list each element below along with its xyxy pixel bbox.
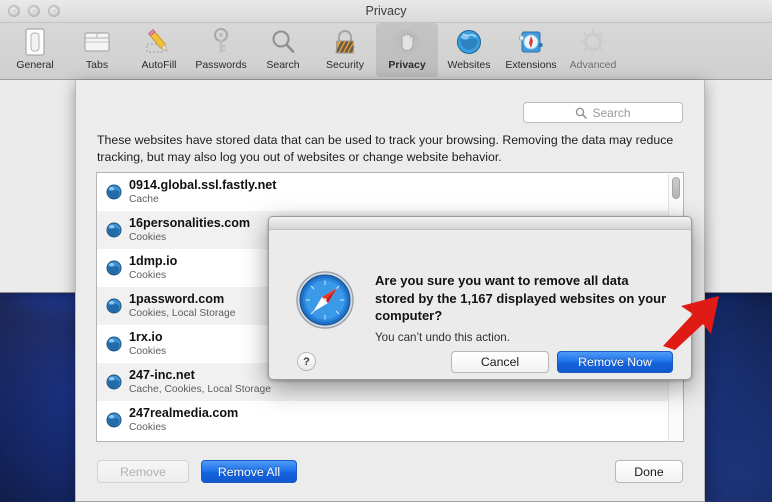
zoom-button[interactable] (48, 5, 60, 17)
toolbar-item-passwords[interactable]: Passwords (190, 23, 252, 77)
remove-all-button[interactable]: Remove All (201, 460, 297, 483)
globe-icon (106, 374, 122, 390)
toolbar-item-label: Passwords (195, 59, 247, 71)
toolbar-item-search[interactable]: Search (252, 23, 314, 77)
toolbar-item-advanced[interactable]: Advanced (562, 23, 624, 77)
minimize-button[interactable] (28, 5, 40, 17)
globe-icon (106, 298, 122, 314)
website-row-text: 1rx.io Cookies (129, 330, 166, 358)
globe-icon (106, 222, 122, 238)
website-row-text: 1dmp.io Cookies (129, 254, 177, 282)
toolbar-item-autofill[interactable]: AutoFill (128, 23, 190, 77)
website-row-text: 247realmedia.com Cookies (129, 406, 238, 434)
globe-icon (106, 184, 122, 200)
website-domain: 16personalities.com (129, 216, 251, 231)
search-row: Search (523, 102, 683, 123)
website-domain: 247realmedia.com (129, 406, 239, 421)
dialog-message: Are you sure you want to remove all data… (375, 273, 667, 323)
passwords-icon (205, 26, 237, 58)
toolbar-item-tabs[interactable]: Tabs (66, 23, 128, 77)
extensions-icon (515, 26, 547, 58)
toolbar-item-label: Extensions (505, 59, 557, 71)
website-domain: 1rx.io (129, 330, 163, 345)
dialog-titlebar (269, 217, 691, 230)
website-domain: 247-inc.net (129, 368, 195, 383)
toolbar-item-label: Websites (447, 59, 491, 71)
website-list-item[interactable]: 247realmedia.com Cookies (97, 401, 683, 439)
magnifier-icon (576, 107, 588, 119)
screen-root: Privacy General Tabs AutoFill Passwords … (0, 0, 772, 502)
autofill-icon (143, 26, 175, 58)
websites-icon (453, 26, 485, 58)
website-storage-types: Cookies, Local Storage (129, 308, 236, 320)
website-storage-types: Cookies (129, 346, 167, 358)
toolbar-item-label: General (16, 59, 54, 71)
remove-now-button[interactable]: Remove Now (557, 351, 673, 373)
globe-icon (106, 260, 122, 276)
cancel-button[interactable]: Cancel (451, 351, 549, 373)
general-icon (19, 26, 51, 58)
done-button[interactable]: Done (615, 460, 683, 483)
globe-icon (106, 412, 122, 428)
dialog-help-button[interactable]: ? (297, 352, 316, 371)
toolbar-item-label: AutoFill (141, 59, 177, 71)
toolbar-item-general[interactable]: General (4, 23, 66, 77)
toolbar-item-security[interactable]: Security (314, 23, 376, 77)
website-storage-types: Cookies (129, 232, 167, 244)
website-row-text: 16personalities.com Cookies (129, 216, 250, 244)
toolbar-item-label: Privacy (388, 59, 426, 71)
toolbar-item-label: Tabs (85, 59, 109, 71)
remove-button[interactable]: Remove (97, 460, 189, 483)
traffic-light-group (8, 5, 60, 17)
scrollbar-thumb[interactable] (672, 177, 680, 199)
website-storage-types: Cookies (129, 270, 167, 282)
dialog-body: Are you sure you want to remove all data… (269, 230, 691, 379)
website-storage-types: Cache (129, 194, 159, 206)
window-titlebar: Privacy (0, 0, 772, 23)
website-domain: 1dmp.io (129, 254, 178, 269)
tabs-icon (81, 26, 113, 58)
confirmation-dialog: Are you sure you want to remove all data… (268, 216, 692, 380)
website-storage-types: Cookies (129, 422, 167, 434)
preferences-toolbar: General Tabs AutoFill Passwords Search S… (0, 23, 772, 80)
toolbar-item-label: Search (266, 59, 300, 71)
privacy-description: These websites have stored data that can… (97, 133, 674, 164)
search-input[interactable]: Search (523, 102, 683, 123)
advanced-icon (577, 26, 609, 58)
security-icon (329, 26, 361, 58)
search-placeholder: Search (592, 105, 631, 120)
website-row-text: 1password.com Cookies, Local Storage (129, 292, 235, 320)
website-row-text: 247-inc.net Cache, Cookies, Local Storage (129, 368, 271, 396)
toolbar-item-label: Security (326, 59, 364, 71)
website-list-item[interactable]: 0914.global.ssl.fastly.net Cache (97, 173, 683, 211)
search-icon (267, 26, 299, 58)
window-title: Privacy (365, 4, 407, 18)
close-button[interactable] (8, 5, 20, 17)
globe-icon (106, 336, 122, 352)
website-domain: 0914.global.ssl.fastly.net (129, 178, 277, 193)
toolbar-item-extensions[interactable]: Extensions (500, 23, 562, 77)
website-storage-types: Cache, Cookies, Local Storage (129, 384, 271, 396)
website-domain: 1password.com (129, 292, 225, 307)
dialog-informative-text: You can’t undo this action. (375, 331, 510, 344)
toolbar-item-label: Advanced (569, 59, 617, 71)
privacy-icon (391, 26, 423, 58)
website-row-text: 0914.global.ssl.fastly.net Cache (129, 178, 276, 206)
toolbar-item-websites[interactable]: Websites (438, 23, 500, 77)
toolbar-item-privacy[interactable]: Privacy (376, 23, 438, 77)
safari-compass-icon (295, 270, 355, 330)
